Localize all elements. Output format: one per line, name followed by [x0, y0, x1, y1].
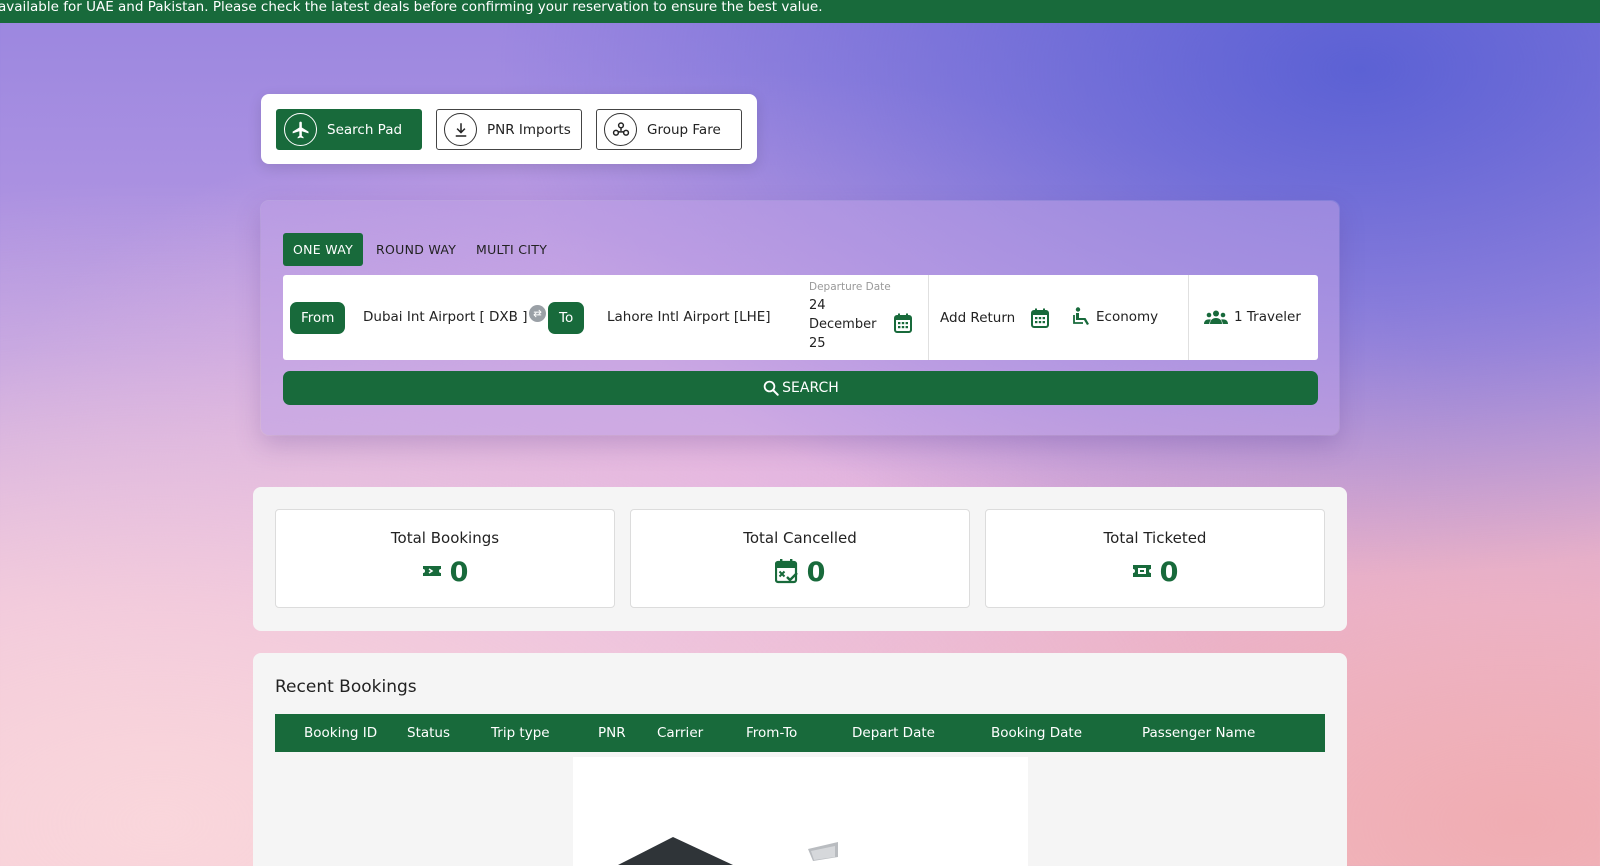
calendar-icon[interactable] [894, 313, 912, 337]
announcement-banner: available for UAE and Pakistan. Please c… [0, 0, 1600, 23]
column-header-booking-id[interactable]: Booking ID [304, 725, 377, 741]
from-label: From [290, 302, 346, 334]
cabin-class-select[interactable]: Economy [1096, 309, 1158, 325]
return-calendar-icon[interactable] [1031, 308, 1049, 332]
tab-round-way[interactable]: ROUND WAY [376, 233, 456, 266]
column-header-booking-date[interactable]: Booking Date [991, 725, 1082, 741]
to-airport-field[interactable]: Lahore Intl Airport [LHE] [607, 309, 771, 325]
departure-date-label: Departure Date [809, 281, 891, 293]
travelers-select[interactable]: 1 Traveler [1234, 309, 1301, 325]
search-button[interactable]: SEARCH [283, 371, 1318, 405]
announcement-text: available for UAE and Pakistan. Please c… [0, 0, 823, 15]
total-ticketed-card: Total Ticketed 0 [985, 509, 1325, 608]
departure-date-field[interactable]: 24 December 25 [809, 296, 889, 353]
search-pad-label: Search Pad [327, 121, 403, 138]
airplane-icon [284, 113, 317, 146]
tab-multi-city[interactable]: MULTI CITY [476, 233, 547, 266]
column-header-from-to[interactable]: From-To [746, 725, 797, 741]
tab-one-way[interactable]: ONE WAY [283, 233, 364, 266]
booking-stats-panel: Total Bookings 0 Total Cancelled 0 Total… [253, 487, 1347, 631]
recent-bookings-title: Recent Bookings [275, 677, 417, 697]
search-button-label: SEARCH [782, 380, 839, 396]
total-bookings-title: Total Bookings [390, 529, 500, 547]
group-icon [604, 113, 637, 146]
column-header-passenger-name[interactable]: Passenger Name [1142, 725, 1255, 741]
ticket-icon [1132, 563, 1152, 583]
column-header-status[interactable]: Status [407, 725, 450, 741]
total-ticketed-title: Total Ticketed [1103, 529, 1207, 547]
seat-icon [1073, 307, 1091, 331]
swap-icon[interactable] [529, 305, 546, 322]
tool-pad: Search Pad PNR Imports Group Fare [261, 94, 757, 164]
recent-bookings-table-header: Booking ID Status Trip type PNR Carrier … [275, 714, 1325, 752]
group-fare-label: Group Fare [647, 121, 721, 138]
add-return-button[interactable]: Add Return [940, 310, 1015, 326]
pnr-imports-button[interactable]: PNR Imports [436, 109, 582, 150]
total-bookings-value: 0 [449, 557, 469, 588]
search-fields-row: From Dubai Int Airport [ DXB ] To Lahore… [283, 275, 1318, 360]
to-label: To [548, 302, 585, 334]
total-cancelled-value: 0 [806, 557, 826, 588]
total-cancelled-card: Total Cancelled 0 [630, 509, 970, 608]
search-pad-button[interactable]: Search Pad [276, 109, 422, 150]
column-header-carrier[interactable]: Carrier [657, 725, 703, 741]
calendar-cancel-icon [774, 558, 799, 588]
ticket-icon [422, 563, 442, 583]
search-icon [763, 380, 779, 396]
total-bookings-card: Total Bookings 0 [275, 509, 615, 608]
download-icon [444, 113, 477, 146]
travelers-icon [1204, 310, 1228, 329]
column-header-pnr[interactable]: PNR [598, 725, 626, 741]
column-header-depart-date[interactable]: Depart Date [852, 725, 935, 741]
from-airport-field[interactable]: Dubai Int Airport [ DXB ] [363, 309, 527, 325]
total-cancelled-title: Total Cancelled [743, 529, 857, 547]
pnr-imports-label: PNR Imports [487, 121, 571, 138]
column-header-trip-type[interactable]: Trip type [491, 725, 550, 741]
flight-search-panel: ONE WAY ROUND WAY MULTI CITY From Dubai … [261, 201, 1339, 435]
recent-bookings-panel: Recent Bookings Booking ID Status Trip t… [253, 653, 1347, 866]
group-fare-button[interactable]: Group Fare [596, 109, 742, 150]
empty-state-illustration [573, 757, 1028, 866]
total-ticketed-value: 0 [1159, 557, 1179, 588]
